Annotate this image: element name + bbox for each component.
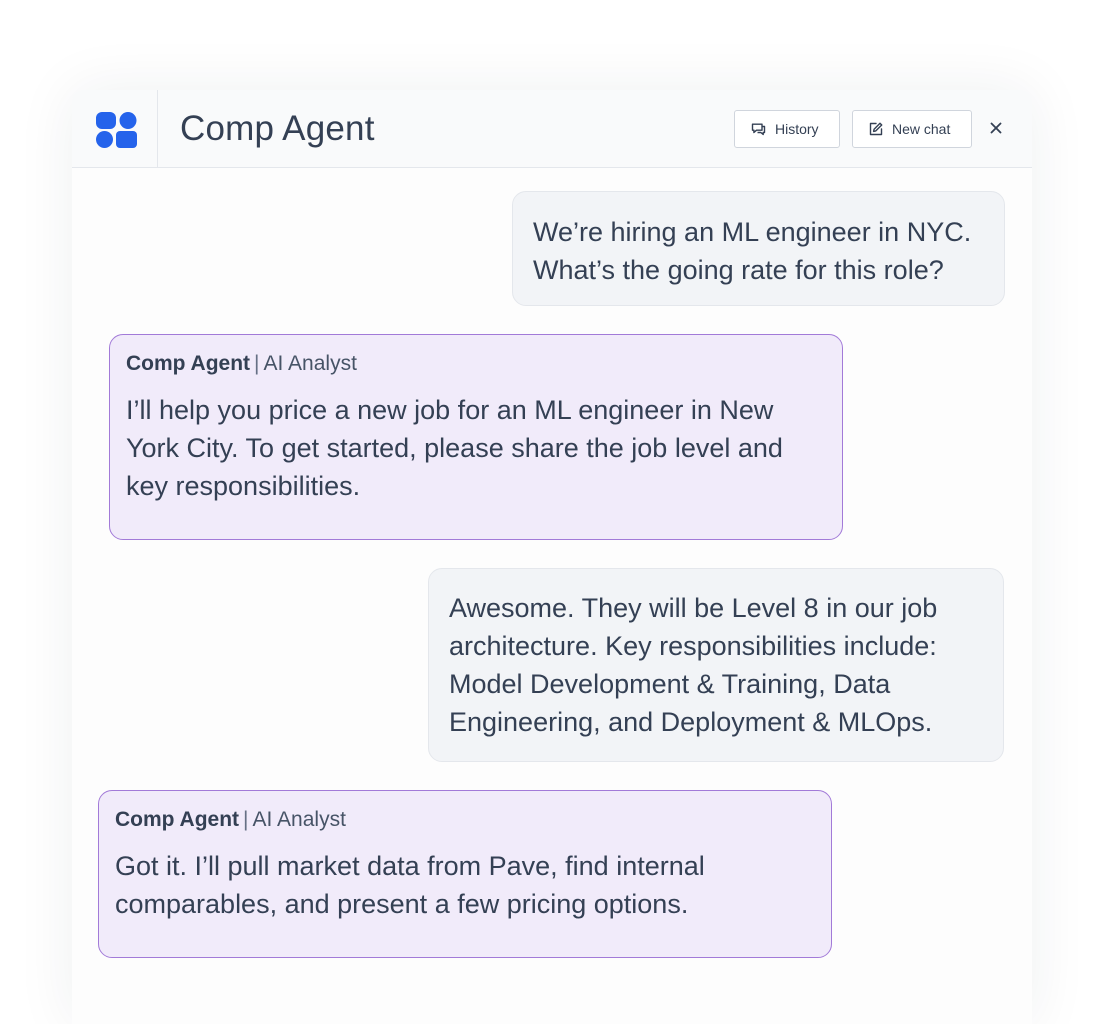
header-divider — [157, 90, 158, 167]
user-message: We’re hiring an ML engineer in NYC. What… — [512, 191, 1005, 306]
history-button[interactable]: History — [734, 110, 840, 148]
message-text: I’ll help you price a new job for an ML … — [126, 395, 783, 501]
agent-message: Comp Agent | AI Analyst I’ll help you pric… — [109, 334, 843, 540]
sender-name: Comp Agent — [126, 352, 251, 375]
agent-message: Comp Agent | AI Analyst Got it. I’ll pull … — [98, 790, 832, 958]
message-sender: Comp Agent | AI Analyst — [115, 807, 811, 833]
message-text: Awesome. They will be Level 8 in our job… — [449, 593, 938, 737]
history-label: History — [775, 121, 819, 137]
sender-separator: | — [254, 352, 260, 375]
speech-bubbles-icon — [751, 123, 766, 136]
message-text: Got it. I’ll pull market data from Pave,… — [115, 851, 705, 919]
user-message: Awesome. They will be Level 8 in our job… — [428, 568, 1004, 762]
new-chat-button[interactable]: New chat — [852, 110, 972, 148]
new-chat-label: New chat — [892, 121, 951, 137]
sender-separator: | — [243, 808, 249, 831]
comp-agent-logo — [96, 112, 137, 148]
page-title: Comp Agent — [180, 109, 375, 148]
close-icon — [990, 122, 1002, 134]
sender-role: AI Analyst — [263, 352, 357, 375]
sender-role: AI Analyst — [252, 808, 346, 831]
message-text: We’re hiring an ML engineer in NYC. What… — [533, 217, 972, 285]
chat-header: Comp Agent History New chat — [72, 90, 1032, 168]
close-button[interactable] — [986, 118, 1006, 138]
sender-name: Comp Agent — [115, 808, 240, 831]
message-sender: Comp Agent | AI Analyst — [126, 351, 822, 377]
chat-panel: Comp Agent History New chat We’re hiring… — [72, 90, 1032, 1024]
page: Comp Agent History New chat We’re hiring… — [0, 0, 1114, 1024]
edit-icon — [869, 122, 883, 136]
